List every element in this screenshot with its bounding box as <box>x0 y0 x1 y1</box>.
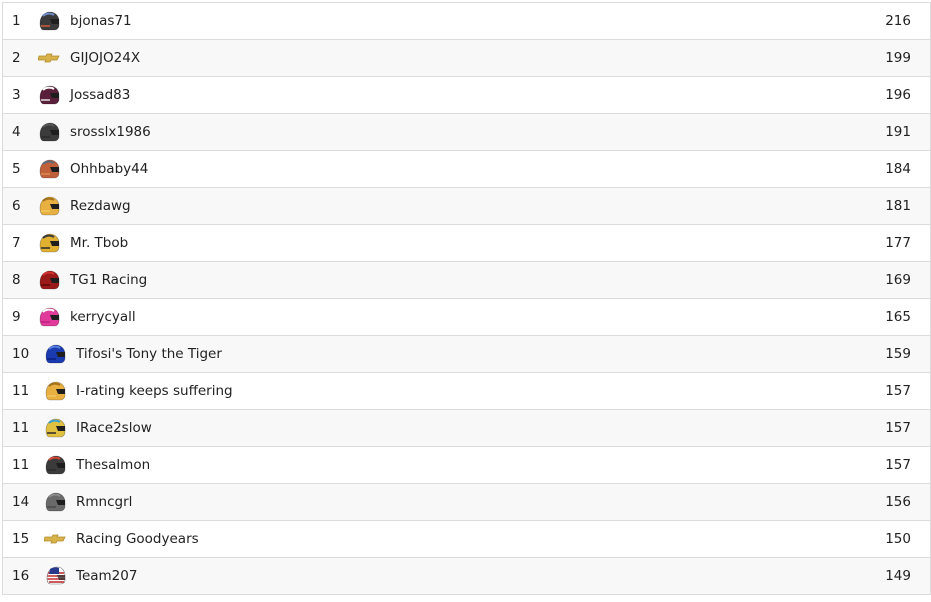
chevrolet-bowtie-icon <box>44 528 66 550</box>
rank-number: 7 <box>12 235 21 251</box>
leaderboard-row[interactable]: 9 kerrycyall 165 <box>3 299 930 336</box>
leaderboard-row[interactable]: 8 TG1 Racing 169 <box>3 262 930 299</box>
driver-name[interactable]: I-rating keeps suffering <box>76 383 851 399</box>
points-value: 199 <box>885 50 911 66</box>
driver-name[interactable]: TG1 Racing <box>70 272 851 288</box>
rank-number: 3 <box>12 87 21 103</box>
points-value: 159 <box>885 346 911 362</box>
rank-number: 2 <box>12 50 21 66</box>
helmet-icon <box>38 84 60 106</box>
rank-number: 8 <box>12 272 21 288</box>
driver-name[interactable]: GIJOJO24X <box>70 50 851 66</box>
leaderboard-row[interactable]: 4 srosslx1986 191 <box>3 114 930 151</box>
helmet-icon <box>44 454 66 476</box>
points-value: 177 <box>885 235 911 251</box>
rank-number: 16 <box>12 568 30 584</box>
driver-name[interactable]: Tifosi's Tony the Tiger <box>76 346 851 362</box>
chevrolet-bowtie-icon <box>38 47 60 69</box>
leaderboard-row[interactable]: 5 Ohhbaby44 184 <box>3 151 930 188</box>
points-value: 169 <box>885 272 911 288</box>
driver-name[interactable]: Rmncgrl <box>76 494 851 510</box>
helmet-icon <box>38 195 60 217</box>
helmet-icon <box>44 417 66 439</box>
helmet-icon <box>44 343 66 365</box>
leaderboard-row[interactable]: 11 I-rating keeps suffering 157 <box>3 373 930 410</box>
leaderboard-row[interactable]: 14 Rmncgrl 156 <box>3 484 930 521</box>
leaderboard-row[interactable]: 2 GIJOJO24X 199 <box>3 40 930 77</box>
leaderboard-row[interactable]: 1 bjonas71 216 <box>3 3 930 40</box>
driver-name[interactable]: Mr. Tbob <box>70 235 851 251</box>
helmet-icon <box>44 380 66 402</box>
driver-name[interactable]: Ohhbaby44 <box>70 161 851 177</box>
driver-name[interactable]: Thesalmon <box>76 457 851 473</box>
rank-number: 5 <box>12 161 21 177</box>
rank-number: 11 <box>12 457 30 473</box>
rank-number: 15 <box>12 531 30 547</box>
driver-name[interactable]: Rezdawg <box>70 198 851 214</box>
helmet-icon <box>38 121 60 143</box>
driver-name[interactable]: srosslx1986 <box>70 124 851 140</box>
leaderboard-row[interactable]: 7 Mr. Tbob 177 <box>3 225 930 262</box>
driver-name[interactable]: bjonas71 <box>70 13 851 29</box>
leaderboard-row[interactable]: 11 IRace2slow 157 <box>3 410 930 447</box>
points-value: 216 <box>885 13 911 29</box>
points-value: 157 <box>885 457 911 473</box>
rank-number: 11 <box>12 420 30 436</box>
driver-name[interactable]: kerrycyall <box>70 309 851 325</box>
helmet-icon <box>44 491 66 513</box>
points-value: 184 <box>885 161 911 177</box>
rank-number: 10 <box>12 346 30 362</box>
rank-number: 4 <box>12 124 21 140</box>
driver-name[interactable]: IRace2slow <box>76 420 851 436</box>
points-value: 157 <box>885 383 911 399</box>
rank-number: 9 <box>12 309 21 325</box>
rank-number: 6 <box>12 198 21 214</box>
points-value: 156 <box>885 494 911 510</box>
points-value: 149 <box>885 568 911 584</box>
driver-name[interactable]: Jossad83 <box>70 87 851 103</box>
leaderboard-row[interactable]: 15 Racing Goodyears 150 <box>3 521 930 558</box>
helmet-icon <box>38 10 60 32</box>
driver-name[interactable]: Team207 <box>76 568 851 584</box>
leaderboard-row[interactable]: 11 Thesalmon 157 <box>3 447 930 484</box>
points-value: 181 <box>885 198 911 214</box>
rank-number: 11 <box>12 383 30 399</box>
leaderboard-row[interactable]: 6 Rezdawg 181 <box>3 188 930 225</box>
rank-number: 1 <box>12 13 21 29</box>
us-flag-helmet-icon <box>44 565 66 587</box>
helmet-icon <box>38 158 60 180</box>
rank-number: 14 <box>12 494 30 510</box>
points-value: 196 <box>885 87 911 103</box>
points-value: 165 <box>885 309 911 325</box>
points-value: 157 <box>885 420 911 436</box>
points-value: 150 <box>885 531 911 547</box>
helmet-icon <box>38 232 60 254</box>
leaderboard-table: 1 bjonas71 216 2 GIJOJO24X 199 3 Jossad83 196 4 sr… <box>2 2 931 595</box>
driver-name[interactable]: Racing Goodyears <box>76 531 851 547</box>
leaderboard-row[interactable]: 16 Team207 149 <box>3 558 930 595</box>
leaderboard-row[interactable]: 3 Jossad83 196 <box>3 77 930 114</box>
points-value: 191 <box>885 124 911 140</box>
helmet-icon <box>38 269 60 291</box>
helmet-icon <box>38 306 60 328</box>
leaderboard-row[interactable]: 10 Tifosi's Tony the Tiger 159 <box>3 336 930 373</box>
